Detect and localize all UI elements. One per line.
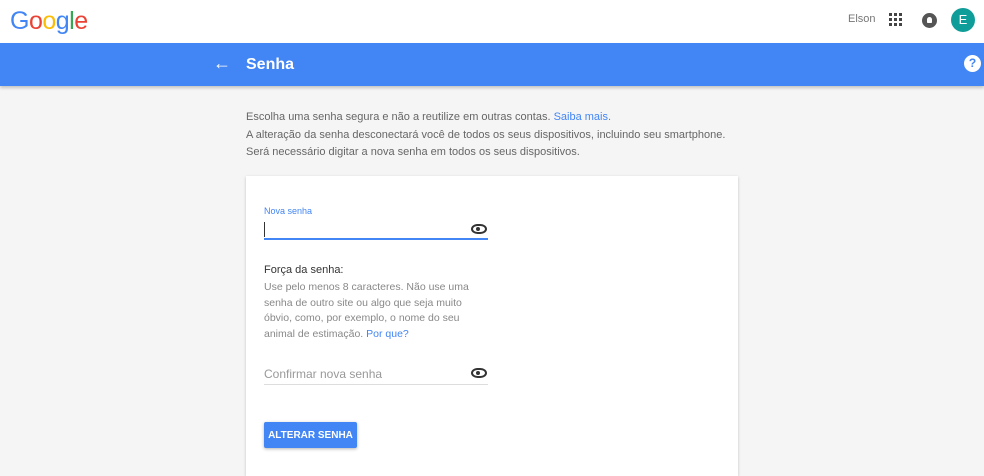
user-name[interactable]: Elson (848, 13, 876, 25)
new-password-input[interactable] (264, 220, 488, 240)
password-form-card: Nova senha Força da senha: Use pelo meno… (246, 176, 738, 476)
confirm-password-input[interactable] (264, 366, 488, 385)
apps-grid-icon[interactable] (889, 13, 902, 26)
show-confirm-password-eye-icon[interactable] (471, 368, 487, 378)
back-arrow-icon[interactable]: ← (213, 53, 231, 74)
strength-hint: Use pelo menos 8 caracteres. Não use uma… (264, 280, 479, 342)
change-password-button[interactable]: ALTERAR SENHA (264, 422, 357, 448)
intro-text: Escolha uma senha segura e não a reutili… (246, 109, 746, 126)
page-title: Senha (246, 56, 295, 73)
intro-line-1: Escolha uma senha segura e não a reutili… (246, 111, 551, 123)
avatar[interactable]: E (951, 8, 975, 32)
app-bar: ← Senha ? (0, 43, 984, 86)
text-cursor (264, 222, 265, 237)
top-header: Google Elson E (0, 0, 984, 43)
why-link[interactable]: Por que? (366, 328, 409, 340)
learn-more-link[interactable]: Saiba mais. (554, 111, 611, 123)
help-icon[interactable]: ? (964, 55, 981, 72)
notifications-icon[interactable] (922, 13, 937, 28)
show-password-eye-icon[interactable] (471, 224, 487, 234)
strength-title: Força da senha: (264, 264, 344, 276)
signout-warning: A alteração da senha desconectará você d… (246, 129, 726, 158)
new-password-label: Nova senha (264, 206, 313, 216)
google-logo[interactable]: Google (10, 7, 88, 36)
